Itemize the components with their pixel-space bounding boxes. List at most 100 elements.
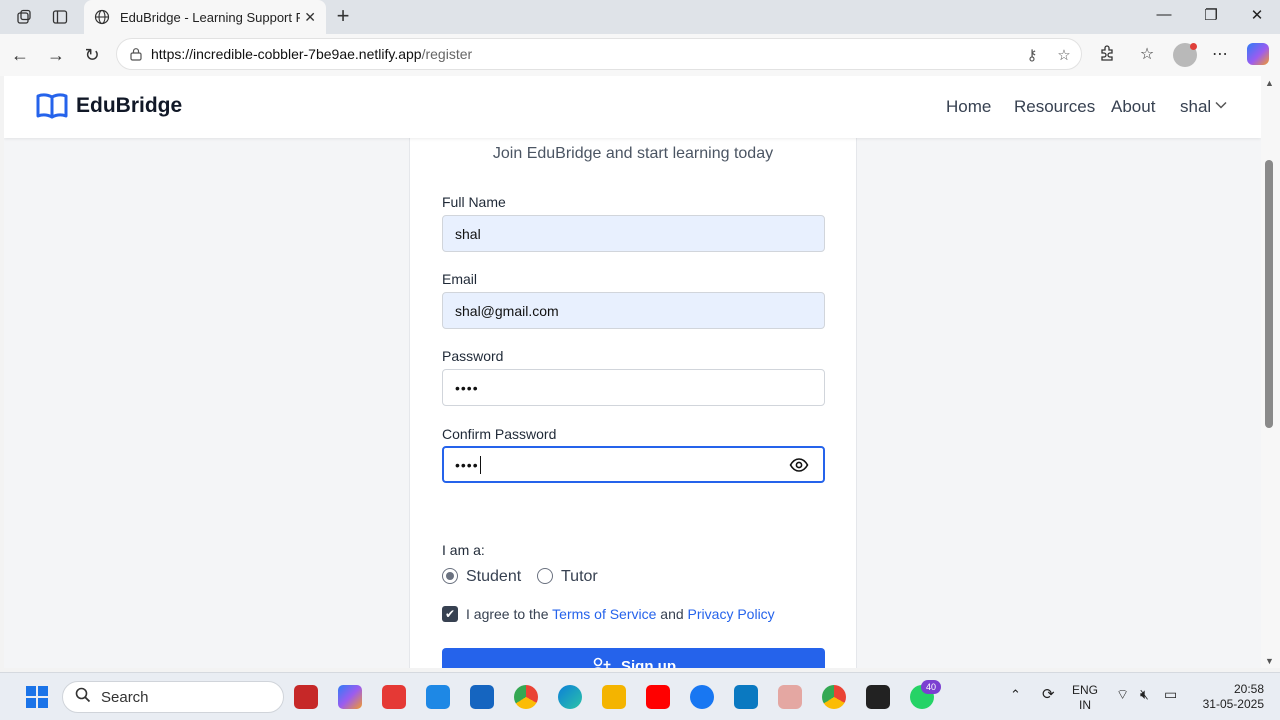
nav-resources[interactable]: Resources: [1014, 97, 1095, 117]
close-tab-icon[interactable]: ✕: [304, 9, 316, 26]
volume-muted-icon[interactable]: 🔇︎: [1140, 687, 1149, 702]
password-field[interactable]: ••••: [442, 369, 825, 406]
microsoft-store-icon[interactable]: [470, 685, 494, 709]
taskbar-search[interactable]: Search: [62, 681, 284, 713]
open-book-icon[interactable]: [36, 92, 68, 120]
youtube-icon[interactable]: [646, 685, 670, 709]
chrome-profile-2-icon[interactable]: [822, 685, 846, 709]
site-header: EduBridge Home Resources About shal: [4, 76, 1261, 138]
mcafee-icon[interactable]: [294, 685, 318, 709]
favorites-icon[interactable]: ☆: [1136, 44, 1158, 66]
extensions-icon[interactable]: [1097, 44, 1119, 66]
chrome-profile-icon[interactable]: [778, 685, 802, 709]
show-password-icon[interactable]: [789, 457, 809, 473]
refresh-icon[interactable]: ↻: [80, 43, 104, 67]
full-name-field[interactable]: shal: [442, 215, 825, 252]
sign-up-button[interactable]: Sign up: [442, 648, 825, 668]
scroll-down-icon[interactable]: ▼: [1265, 656, 1274, 666]
clock[interactable]: 20:58 31-05-2025: [1198, 682, 1264, 712]
forward-icon[interactable]: →: [44, 43, 68, 67]
new-tab-icon[interactable]: +: [332, 5, 354, 27]
restore-icon[interactable]: ❐: [1196, 6, 1226, 28]
chrome-icon[interactable]: [514, 685, 538, 709]
role-label: I am a:: [442, 542, 485, 558]
browser-tab-strip: EduBridge - Learning Support Pla ✕ + — ❐…: [0, 0, 1280, 34]
tray-overflow-icon[interactable]: ⌃: [1010, 687, 1021, 702]
windows-taskbar: Search ⌃ ⟳ ENG IN ⌔ 🔇︎ ▭ 20:58 31-05-202…: [0, 672, 1280, 720]
terminal-icon[interactable]: [866, 685, 890, 709]
confirm-password-label: Confirm Password: [442, 426, 557, 442]
notification-dot: [1190, 43, 1197, 50]
site-logo-text[interactable]: EduBridge: [76, 94, 182, 118]
terms-text: I agree to the Terms of Service and Priv…: [466, 606, 775, 622]
file-explorer-icon[interactable]: [602, 685, 626, 709]
email-label: Email: [442, 271, 478, 287]
help-app-icon[interactable]: [426, 685, 450, 709]
terms-checkbox[interactable]: ✔: [442, 606, 458, 622]
language-indicator[interactable]: ENG IN: [1072, 683, 1098, 713]
user-menu[interactable]: shal: [1180, 97, 1211, 117]
tab-actions-icon[interactable]: [48, 6, 72, 28]
lang-bottom: IN: [1079, 698, 1091, 712]
copilot-app-icon[interactable]: [338, 685, 362, 709]
terms-prefix: I agree to the: [466, 606, 549, 622]
terms-and: and: [660, 606, 684, 622]
more-options-icon[interactable]: ⋯: [1209, 44, 1231, 66]
student-radio[interactable]: [442, 568, 458, 584]
password-label: Password: [442, 348, 504, 364]
text-caret: [479, 455, 481, 474]
copilot-icon[interactable]: [1247, 43, 1269, 65]
confirm-password-value: ••••: [455, 456, 479, 473]
tab-title: EduBridge - Learning Support Pla: [120, 9, 300, 25]
address-bar[interactable]: https://incredible-cobbler-7be9ae.netlif…: [116, 38, 1082, 70]
taskbar-search-label: Search: [101, 688, 149, 706]
wifi-icon[interactable]: ⌔: [1116, 687, 1129, 702]
browser-toolbar: ← → ↻ https://incredible-cobbler-7be9ae.…: [0, 34, 1280, 76]
globe-icon: [94, 9, 110, 25]
chevron-down-icon[interactable]: [1215, 98, 1227, 112]
page-viewport: Join EduBridge and start learning today …: [4, 76, 1261, 668]
favorite-star-icon[interactable]: ☆: [1055, 47, 1073, 65]
password-key-icon[interactable]: ⚷: [1023, 47, 1041, 65]
full-name-label: Full Name: [442, 194, 506, 210]
close-window-icon[interactable]: ✕: [1242, 6, 1272, 28]
tab-edubridge[interactable]: EduBridge - Learning Support Pla ✕: [84, 0, 326, 34]
nav-home[interactable]: Home: [946, 97, 991, 117]
tutor-radio[interactable]: [537, 568, 553, 584]
clock-date: 31-05-2025: [1202, 697, 1264, 711]
edge-icon[interactable]: [558, 685, 582, 709]
scroll-thumb[interactable]: [1265, 160, 1273, 428]
register-card: Join EduBridge and start learning today …: [409, 116, 857, 668]
workspaces-icon[interactable]: [12, 6, 36, 28]
register-subtitle: Join EduBridge and start learning today: [492, 145, 774, 162]
password-value: ••••: [455, 379, 479, 396]
wps-office-icon[interactable]: [382, 685, 406, 709]
privacy-policy-link[interactable]: Privacy Policy: [688, 606, 775, 622]
back-icon[interactable]: ←: [8, 43, 32, 67]
myhp-icon[interactable]: [734, 685, 758, 709]
scroll-up-icon[interactable]: ▲: [1265, 78, 1274, 88]
clock-time: 20:58: [1233, 682, 1264, 696]
windows-start-icon[interactable]: [26, 686, 48, 708]
minimize-icon[interactable]: —: [1149, 6, 1179, 28]
url-host: https://incredible-cobbler-7be9ae.netlif…: [151, 46, 422, 62]
email-field[interactable]: shal@gmail.com: [442, 292, 825, 329]
email-value: shal@gmail.com: [455, 302, 559, 319]
search-icon: [75, 687, 91, 707]
terms-of-service-link[interactable]: Terms of Service: [552, 606, 656, 622]
tutor-radio-label: Tutor: [561, 568, 598, 585]
whatsapp-badge: 40: [921, 680, 941, 694]
full-name-value: shal: [455, 225, 481, 242]
sign-up-label: Sign up: [621, 657, 676, 669]
lang-top: ENG: [1072, 683, 1099, 697]
url-path: /register: [421, 46, 473, 62]
battery-icon[interactable]: ▭: [1164, 687, 1177, 702]
site-info-icon[interactable]: [129, 47, 143, 61]
nav-about[interactable]: About: [1111, 97, 1155, 117]
student-radio-label: Student: [466, 568, 522, 585]
confirm-password-field[interactable]: ••••: [442, 446, 825, 483]
page-scrollbar[interactable]: ▲ ▼: [1261, 76, 1280, 668]
facebook-icon[interactable]: [690, 685, 714, 709]
sync-icon[interactable]: ⟳: [1042, 687, 1055, 702]
user-plus-icon: [593, 657, 611, 668]
